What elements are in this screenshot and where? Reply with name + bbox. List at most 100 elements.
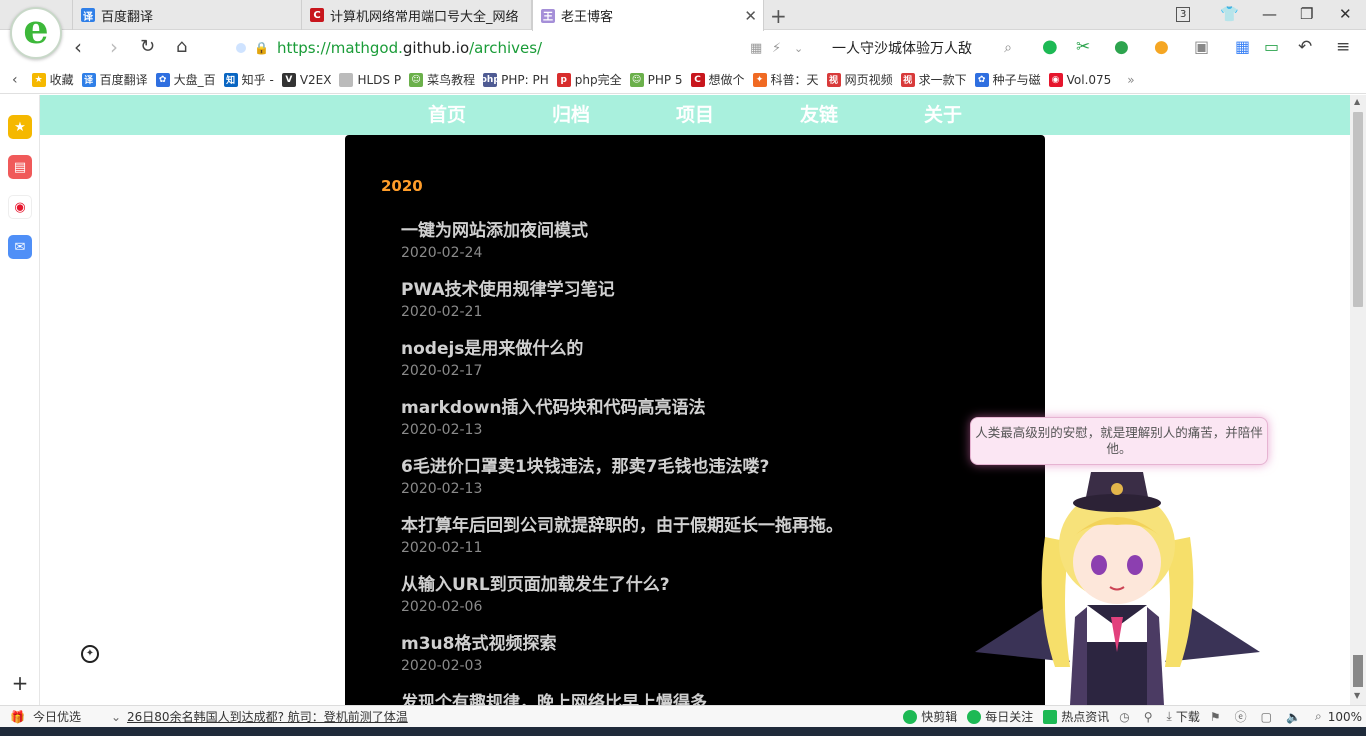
ie-icon[interactable]: ⓔ bbox=[1235, 708, 1247, 725]
reload-icon[interactable]: ↻ bbox=[140, 37, 155, 57]
bookmark-item[interactable]: V V2EX bbox=[281, 72, 331, 87]
coupon-icon[interactable]: ● bbox=[1154, 37, 1169, 57]
search-input[interactable]: 一人守沙城体验万人敌 ⌕ bbox=[822, 35, 1022, 61]
post-title-link[interactable]: 从输入URL到页面加载发生了什么? bbox=[401, 573, 670, 597]
apps-icon[interactable]: ▦ bbox=[1235, 37, 1250, 57]
post-date: 2020-02-17 bbox=[401, 363, 483, 379]
mascot-character-image[interactable] bbox=[975, 467, 1260, 705]
nav-home[interactable]: 首页 bbox=[416, 95, 478, 135]
new-tab-button[interactable]: + bbox=[770, 4, 787, 28]
nav-about[interactable]: 关于 bbox=[912, 95, 974, 135]
bookmark-item[interactable]: C 想做个 bbox=[690, 71, 745, 88]
bookmark-item[interactable]: HLDS P bbox=[339, 72, 401, 87]
news-headline-link[interactable]: 26日80余名韩国人到达成都? 航司：登机前测了体温 bbox=[127, 708, 408, 725]
bookmark-item[interactable]: ☺ 菜鸟教程 bbox=[409, 71, 475, 88]
close-tab-icon[interactable]: ✕ bbox=[744, 7, 757, 25]
favorites-icon[interactable]: ★ bbox=[8, 115, 32, 139]
scroll-down-icon[interactable]: ▼ bbox=[1354, 691, 1360, 700]
tab-baidu-translate[interactable]: 译 百度翻译 bbox=[72, 0, 302, 30]
earth-icon[interactable]: ✦ bbox=[81, 645, 99, 663]
collapse-sidebar-icon[interactable]: ‹ bbox=[12, 72, 18, 88]
restore-icon[interactable]: ❐ bbox=[1300, 5, 1313, 23]
bookmark-item[interactable]: php PHP: PH bbox=[483, 72, 549, 87]
baidu-translate-icon: 译 bbox=[81, 8, 95, 23]
lightning-icon[interactable]: ⚡ bbox=[772, 41, 781, 56]
scissors-icon[interactable]: ✂ bbox=[1076, 37, 1090, 57]
pin-icon[interactable]: ⚲ bbox=[1144, 710, 1153, 724]
download-button[interactable]: ⤓ 下载 bbox=[1167, 708, 1200, 725]
scrollbar-thumb[interactable] bbox=[1353, 112, 1363, 307]
more-bookmarks-icon[interactable]: » bbox=[1127, 73, 1134, 87]
flag-icon[interactable]: ⚑ bbox=[1210, 710, 1221, 724]
chevron-down-icon[interactable]: ⌄ bbox=[794, 42, 803, 55]
volume-icon[interactable]: 🔈 bbox=[1286, 710, 1301, 724]
post-title-link[interactable]: m3u8格式视频探索 bbox=[401, 632, 556, 656]
site-info-icon[interactable] bbox=[236, 43, 246, 53]
video-icon: 视 bbox=[826, 72, 841, 87]
zoom-icon[interactable]: ⌕ bbox=[1315, 709, 1322, 724]
bookmark-item[interactable]: ✿ 大盘_百 bbox=[155, 71, 216, 88]
undo-icon[interactable]: ↶ bbox=[1298, 37, 1312, 57]
bookmark-label: 大盘_百 bbox=[173, 73, 216, 87]
bookmark-item[interactable]: ✦ 科普：天 bbox=[752, 71, 819, 88]
chevron-down-icon[interactable]: ⌄ bbox=[111, 710, 121, 724]
tab-count-badge[interactable]: 3 bbox=[1176, 7, 1191, 22]
post-title-link[interactable]: PWA技术使用规律学习笔记 bbox=[401, 278, 615, 302]
address-bar[interactable]: 🔒 https://mathgod.github.io/archives/ ▦ … bbox=[230, 35, 810, 61]
wechat-icon[interactable]: ● bbox=[1042, 37, 1058, 57]
bookmark-item[interactable]: ★ 收藏 bbox=[31, 71, 74, 88]
weibo-icon[interactable]: ◉ bbox=[8, 195, 32, 219]
post-date: 2020-02-06 bbox=[401, 599, 483, 615]
post-title-link[interactable]: nodejs是用来做什么的 bbox=[401, 337, 583, 361]
post-title-link[interactable]: 6毛进价口罩卖1块钱违法，那卖7毛钱也违法喽? bbox=[401, 455, 769, 479]
close-window-icon[interactable]: ✕ bbox=[1339, 5, 1352, 23]
bookmark-item[interactable]: 知知乎 - bbox=[223, 71, 274, 88]
battery-icon[interactable]: ▭ bbox=[1264, 37, 1279, 57]
post-title-link[interactable]: 发现个有趣规律，晚上网络比早上慢得多 bbox=[401, 691, 707, 705]
shirt-icon[interactable]: 👕 bbox=[1220, 5, 1239, 23]
bookmark-item[interactable]: ☺ PHP 5 bbox=[629, 72, 683, 87]
scroll-up-icon[interactable]: ▲ bbox=[1354, 97, 1360, 106]
tab-laowang-blog[interactable]: 王 老王博客 ✕ bbox=[532, 0, 764, 31]
home-icon[interactable]: ⌂ bbox=[176, 37, 187, 57]
bookmark-item[interactable]: ✿ 种子与磁 bbox=[974, 71, 1041, 88]
bookmark-item[interactable]: 视求一款下 bbox=[900, 71, 967, 88]
nav-archives[interactable]: 归档 bbox=[540, 95, 602, 135]
news-icon[interactable]: ▤ bbox=[8, 155, 32, 179]
post-title-link[interactable]: 本打算年后回到公司就提辞职的，由于假期延长一拖再拖。 bbox=[401, 514, 843, 538]
forward-icon[interactable]: › bbox=[110, 37, 118, 57]
mail-icon[interactable]: ✉ bbox=[8, 235, 32, 259]
vertical-scrollbar[interactable]: ▲ ▼ bbox=[1350, 95, 1366, 705]
post-title-link[interactable]: markdown插入代码块和代码高亮语法 bbox=[401, 396, 706, 420]
minimize-icon[interactable]: — bbox=[1262, 5, 1277, 23]
nav-projects[interactable]: 项目 bbox=[664, 95, 726, 135]
bookmark-item[interactable]: p php完全 bbox=[556, 71, 622, 88]
bookmark-label: 菜鸟教程 bbox=[427, 73, 476, 87]
bookmark-item[interactable]: 视网页视频 bbox=[826, 71, 893, 88]
speed-icon[interactable]: ◷ bbox=[1119, 710, 1129, 724]
search-icon[interactable]: ⌕ bbox=[1004, 40, 1012, 56]
quick-clip[interactable]: 快剪辑 bbox=[903, 708, 957, 725]
csdn-icon: C bbox=[310, 8, 324, 22]
window-icon[interactable]: ▢ bbox=[1261, 710, 1272, 724]
screenshot-icon[interactable]: ▣ bbox=[1194, 37, 1209, 57]
qr-icon[interactable]: ▦ bbox=[750, 41, 762, 56]
bookmark-item[interactable]: ◉ Vol.075 bbox=[1048, 72, 1111, 87]
translate-icon[interactable]: ● bbox=[1114, 37, 1129, 57]
v2ex-icon: V bbox=[281, 72, 296, 87]
daily-follow[interactable]: 每日关注 bbox=[967, 708, 1033, 725]
hot-news[interactable]: 热点资讯 bbox=[1043, 708, 1109, 725]
back-icon[interactable]: ‹ bbox=[74, 37, 82, 57]
nav-friends[interactable]: 友链 bbox=[788, 95, 850, 135]
menu-icon[interactable]: ≡ bbox=[1336, 37, 1350, 57]
tab-csdn[interactable]: C 计算机网络常用端口号大全_网络 bbox=[302, 0, 532, 30]
bookmark-item[interactable]: 译百度翻译 bbox=[81, 71, 148, 88]
today-picks[interactable]: 今日优选 bbox=[33, 708, 81, 725]
php-red-icon: p bbox=[556, 72, 571, 87]
zoom-level[interactable]: 100% bbox=[1328, 710, 1362, 724]
archive-post: 6毛进价口罩卖1块钱违法，那卖7毛钱也违法喽? 2020-02-13 bbox=[401, 455, 769, 498]
add-sidebar-icon[interactable]: + bbox=[8, 671, 32, 695]
url-text[interactable]: https://mathgod.github.io/archives/ bbox=[277, 39, 542, 57]
post-title-link[interactable]: 一键为网站添加夜间模式 bbox=[401, 219, 588, 243]
scrollbar-thumb-secondary[interactable] bbox=[1353, 655, 1363, 687]
